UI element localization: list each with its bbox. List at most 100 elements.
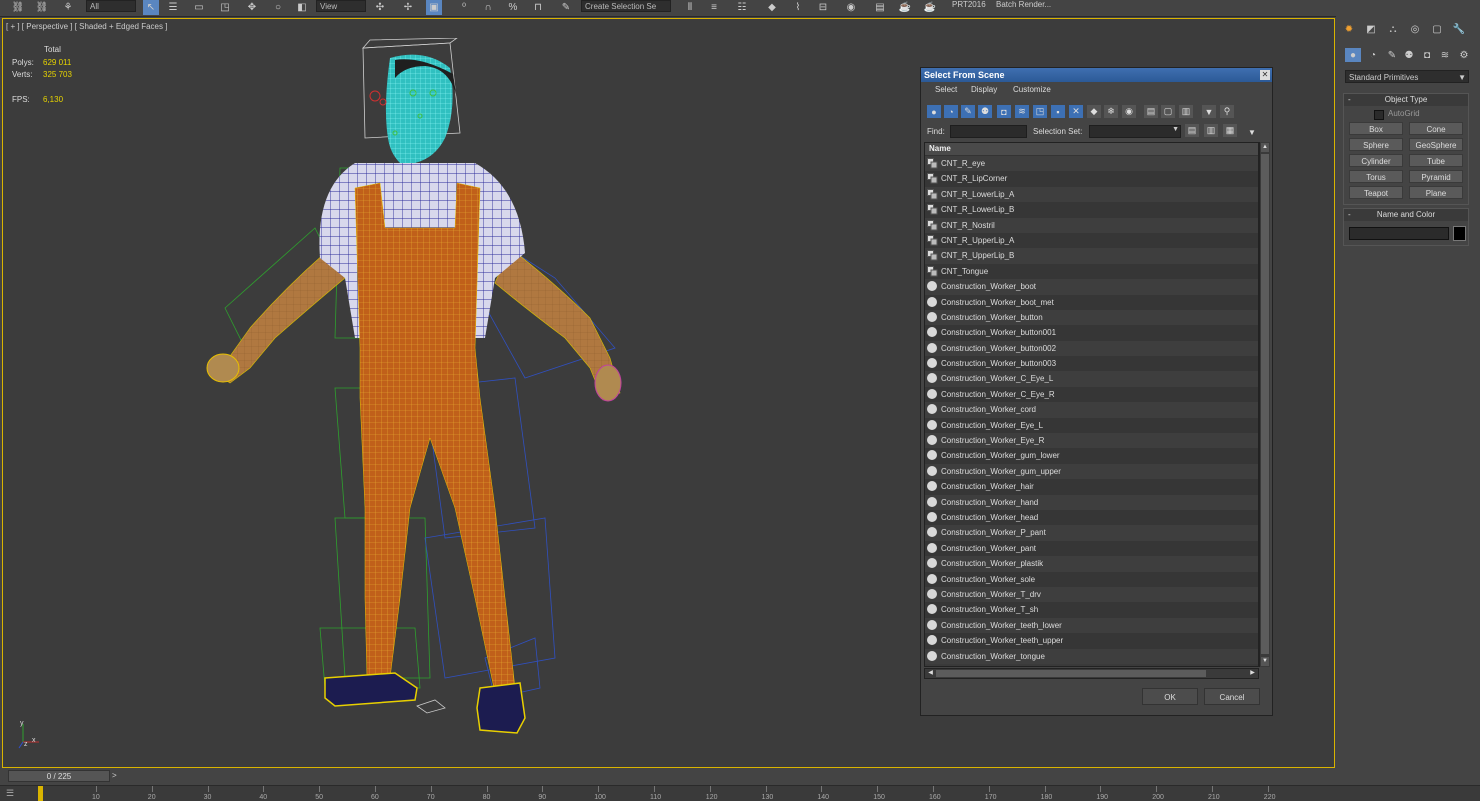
filter-frozen-icon[interactable]: ❄ [1104, 105, 1118, 118]
motion-icon[interactable]: ◎ [1407, 22, 1423, 36]
object-name-input[interactable] [1349, 227, 1449, 240]
list-item[interactable]: Construction_Worker_pant [925, 540, 1258, 557]
link-icon[interactable]: ⛓ [10, 0, 26, 15]
batch-render-label[interactable]: Batch Render... [996, 0, 1051, 12]
construction-worker-model[interactable] [195, 38, 635, 743]
select-object-icon[interactable]: ↖ [143, 0, 159, 15]
spacewarps-icon[interactable]: ≋ [1437, 48, 1453, 62]
horizontal-scroll-thumb[interactable] [936, 670, 1206, 677]
list-item[interactable]: Construction_Worker_C_Eye_R [925, 386, 1258, 403]
list-item[interactable]: Construction_Worker_boot_met [925, 294, 1258, 310]
list-item[interactable]: Construction_Worker_C_Eye_L [925, 371, 1258, 387]
angle-snap-icon[interactable]: ∩ [480, 0, 496, 15]
list-item[interactable]: Construction_Worker_hand [925, 494, 1258, 510]
modify-icon[interactable]: ◩ [1363, 22, 1379, 36]
curve-editor-icon[interactable]: ⌇ [790, 0, 806, 15]
filter-hidden-icon[interactable]: ◉ [1122, 105, 1136, 118]
filter-cameras-icon[interactable]: ⚉ [978, 105, 992, 118]
filter-spacewarps-icon[interactable]: ≋ [1015, 105, 1029, 118]
systems-icon[interactable]: ⚙ [1456, 48, 1472, 62]
spinner-snap-icon[interactable]: ⊓ [530, 0, 546, 15]
list-item[interactable]: Construction_Worker_teeth_upper [925, 633, 1258, 649]
time-slider-track[interactable] [0, 770, 1480, 783]
edit-named-selection-icon[interactable]: ✎ [558, 0, 574, 15]
find-input[interactable] [950, 125, 1027, 138]
filter-options-icon[interactable]: ⚲ [1220, 105, 1234, 118]
select-by-name-icon[interactable]: ☰ [165, 0, 181, 15]
graphite-tools-icon[interactable]: ◆ [764, 0, 780, 15]
list-item[interactable]: Construction_Worker_P_pant [925, 525, 1258, 541]
plane-button[interactable]: Plane [1409, 186, 1463, 199]
tube-button[interactable]: Tube [1409, 154, 1463, 167]
rendered-frame-icon[interactable]: ☕ [897, 0, 913, 15]
mini-curve-editor-icon[interactable]: ☰ [6, 788, 24, 799]
add-to-selection-set-icon[interactable]: ▦ [1223, 124, 1237, 137]
rectangular-selection-icon[interactable]: ▭ [191, 0, 207, 15]
scroll-up-icon[interactable]: ▲ [1261, 143, 1269, 152]
filter-shapes-icon[interactable]: ◔ [944, 105, 958, 118]
vertical-scroll-thumb[interactable] [1261, 154, 1269, 654]
hierarchy-icon[interactable]: ⛬ [1385, 22, 1401, 36]
list-item[interactable]: Construction_Worker_button [925, 309, 1258, 326]
object-color-swatch[interactable] [1453, 226, 1466, 241]
utilities-icon[interactable]: 🔧 [1451, 22, 1467, 36]
current-frame-marker[interactable] [38, 786, 43, 801]
scale-icon[interactable]: ◧ [294, 0, 310, 15]
cone-button[interactable]: Cone [1409, 122, 1463, 135]
scroll-right-icon[interactable]: ▶ [1248, 669, 1257, 678]
list-item[interactable]: Construction_Worker_cord [925, 402, 1258, 418]
cylinder-button[interactable]: Cylinder [1349, 154, 1403, 167]
filter-bones-icon[interactable]: ✕ [1069, 105, 1083, 118]
close-icon[interactable]: ✕ [1260, 70, 1270, 80]
create-selection-set-icon[interactable]: ▤ [1185, 124, 1199, 137]
filter-geometry-icon[interactable]: ● [927, 105, 941, 118]
list-item[interactable]: CNT_R_LipCorner [925, 171, 1258, 187]
list-item[interactable]: Construction_Worker_plastik [925, 556, 1258, 572]
list-item[interactable]: Construction_Worker_Eye_R [925, 433, 1258, 449]
rotate-icon[interactable]: ○ [270, 0, 286, 15]
cancel-button[interactable]: Cancel [1204, 688, 1260, 705]
list-item[interactable]: Construction_Worker_boot [925, 279, 1258, 295]
snap-toggle-icon[interactable]: ⁰ [456, 0, 472, 15]
viewport-label[interactable]: [ + ] [ Perspective ] [ Shaded + Edged F… [6, 22, 167, 31]
list-item[interactable]: Construction_Worker_gum_upper [925, 463, 1258, 480]
time-slider-thumb[interactable]: 0 / 225 [8, 770, 110, 782]
select-none-icon[interactable]: ▢ [1161, 105, 1175, 118]
geosphere-button[interactable]: GeoSphere [1409, 138, 1463, 151]
prt-label[interactable]: PRT2016 [952, 0, 986, 12]
pyramid-button[interactable]: Pyramid [1409, 170, 1463, 183]
filter-containers-icon[interactable]: ◆ [1087, 105, 1101, 118]
align-icon[interactable]: ≡ [706, 0, 722, 15]
bind-spacewarp-icon[interactable]: ⚘ [60, 0, 76, 15]
menu-display[interactable]: Display [971, 85, 997, 94]
move-icon[interactable]: ✥ [244, 0, 260, 15]
schematic-view-icon[interactable]: ⊟ [815, 0, 831, 15]
category-dropdown[interactable]: Standard Primitives ▼ [1345, 70, 1469, 83]
list-item[interactable]: Construction_Worker_Eye_L [925, 417, 1258, 434]
object-type-header[interactable]: - Object Type [1344, 94, 1468, 106]
sun-icon[interactable]: ✹ [1341, 22, 1357, 36]
overflow-chevron-icon[interactable]: ▼ [1248, 128, 1256, 137]
list-item[interactable]: Construction_Worker_T_sh [925, 602, 1258, 618]
list-item[interactable]: CNT_R_Nostril [925, 217, 1258, 233]
window-crossing-icon[interactable]: ◳ [217, 0, 233, 15]
name-and-color-header[interactable]: - Name and Color [1344, 209, 1468, 221]
list-item[interactable]: Construction_Worker_sole [925, 571, 1258, 587]
menu-select[interactable]: Select [935, 85, 957, 94]
render-setup-icon[interactable]: ▤ [872, 0, 888, 15]
vertical-scrollbar[interactable]: ▲ ▼ [1259, 142, 1270, 667]
lights-icon[interactable]: ✎ [1384, 48, 1400, 62]
teapot-button[interactable]: Teapot [1349, 186, 1403, 199]
list-item[interactable]: Construction_Worker_T_drv [925, 586, 1258, 603]
shapes-icon[interactable]: ◔ [1365, 48, 1381, 62]
menu-customize[interactable]: Customize [1013, 85, 1051, 94]
list-item[interactable]: CNT_R_UpperLip_B [925, 248, 1258, 264]
sphere-button[interactable]: Sphere [1349, 138, 1403, 151]
select-invert-icon[interactable]: ▥ [1179, 105, 1193, 118]
filter-funnel-icon[interactable]: ▼ [1202, 105, 1216, 118]
render-production-icon[interactable]: ☕ [922, 0, 938, 15]
geometry-icon[interactable]: ● [1345, 48, 1361, 62]
select-manipulate-icon[interactable]: ✢ [400, 0, 416, 15]
selection-filter-dropdown[interactable]: All [86, 0, 136, 12]
autogrid-checkbox[interactable] [1374, 110, 1384, 120]
